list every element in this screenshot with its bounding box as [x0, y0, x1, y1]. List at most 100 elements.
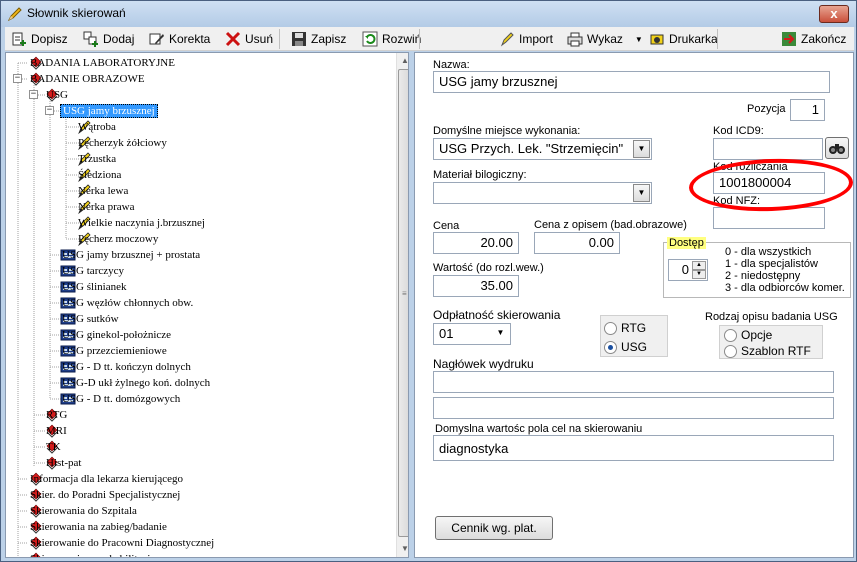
radio-rtg-dot[interactable]: [604, 321, 617, 335]
zapisz-button[interactable]: Zapisz: [291, 29, 346, 49]
tree-item[interactable]: Nerka lewa: [76, 183, 128, 199]
tree-item[interactable]: Wątroba: [76, 119, 116, 135]
window-title: Słownik skierowań: [27, 6, 126, 20]
icd9-search-button[interactable]: [825, 137, 849, 159]
tree-item[interactable]: BADANIE OBRAZOWE: [28, 71, 145, 87]
tree-item[interactable]: Skier. do Poradni Specjalistycznej: [28, 487, 180, 503]
main-window: Słownik skierowań x Dopisz Dodaj Korekta…: [0, 0, 857, 562]
tree-item[interactable]: Wielkie naczynia j.brzusznej: [76, 215, 205, 231]
radio-szablon-rtf[interactable]: Szablon RTF: [724, 344, 811, 358]
odplatnosc-select[interactable]: 01 ▼: [433, 323, 511, 345]
tree-item[interactable]: Skierowania do Szpitala: [28, 503, 137, 519]
radio-opcje[interactable]: Opcje: [724, 328, 772, 342]
kod-nfz-input[interactable]: [713, 207, 825, 229]
kod-rozliczania-input[interactable]: 1001800004: [713, 172, 825, 194]
tree-item[interactable]: USG węzłów chłonnych obw.: [60, 295, 193, 311]
cena-input[interactable]: 20.00: [433, 232, 519, 254]
tree-item[interactable]: Trzustka: [76, 151, 116, 167]
tree-item[interactable]: Nerka prawa: [76, 199, 135, 215]
dostep-input[interactable]: 0 ▲ ▼: [668, 259, 708, 281]
chevron-down-icon[interactable]: ▼: [633, 184, 650, 202]
odplatnosc-label: Odpłatność skierowania: [433, 308, 561, 322]
tree-collapse-toggle[interactable]: −: [13, 74, 22, 83]
tree-item-label: Skierowanie do Pracowni Diagnostycznej: [30, 537, 215, 549]
scroll-up-arrow[interactable]: ▲: [397, 53, 408, 69]
tree-item[interactable]: USG jamy brzusznej + prostata: [60, 247, 200, 263]
tree-item[interactable]: MRI: [44, 423, 67, 439]
tree-item[interactable]: Skierowania na rehabilitację: [28, 551, 155, 557]
usun-button[interactable]: Usuń: [225, 29, 273, 49]
material-select[interactable]: ▼: [433, 182, 652, 204]
binoculars-icon: [829, 144, 845, 154]
tree-item-label: Wątroba: [78, 121, 116, 133]
tree-item[interactable]: USG: [44, 87, 68, 103]
tree-item[interactable]: Skierowania na zabieg/badanie: [28, 519, 167, 535]
cena-opis-input[interactable]: 0.00: [534, 232, 620, 254]
rodzaj-radio-group: RTG USG: [600, 315, 668, 357]
toolbar: Dopisz Dodaj Korekta Usuń Zapisz Rozwiń …: [5, 27, 854, 51]
tree-item[interactable]: Śledziona: [76, 167, 121, 183]
tree-item-label: Skier. do Poradni Specjalistycznej: [30, 489, 181, 501]
tree-item[interactable]: USG tarczycy: [60, 263, 124, 279]
spin-up-arrow[interactable]: ▲: [692, 261, 706, 270]
chevron-down-icon[interactable]: ▼: [633, 140, 650, 158]
nazwa-input[interactable]: USG jamy brzusznej: [433, 71, 830, 93]
rozwin-button[interactable]: Rozwiń: [362, 29, 421, 49]
kod-nfz-label: Kod NFZ:: [713, 195, 761, 207]
naglowek-input-1[interactable]: [433, 371, 834, 393]
drukarka-button[interactable]: Drukarka: [649, 29, 718, 49]
floppy-disk-icon: [292, 32, 306, 46]
tree-item[interactable]: USG ginekol-położnicze: [60, 327, 171, 343]
tree-item[interactable]: USG przezciemieniowe: [60, 343, 167, 359]
tree-collapse-toggle[interactable]: −: [45, 106, 54, 115]
radio-rtg[interactable]: RTG: [604, 321, 646, 335]
wartosc-input[interactable]: 35.00: [433, 275, 519, 297]
miejsce-select[interactable]: USG Przych. Lek. "Strzemięcin" ▼: [433, 138, 652, 160]
tree-item[interactable]: RTG: [44, 407, 67, 423]
tree-item[interactable]: Pęcherzyk żółciowy: [76, 135, 167, 151]
tree-item-label: Nerka lewa: [78, 185, 129, 197]
radio-usg[interactable]: USG: [604, 340, 647, 354]
korekta-button[interactable]: Korekta: [149, 29, 210, 49]
tree-collapse-toggle[interactable]: −: [29, 90, 38, 99]
printer-icon: [567, 32, 583, 47]
pozycja-input[interactable]: 1: [790, 99, 825, 121]
tree-item[interactable]: Hist-pat: [44, 455, 81, 471]
chevron-down-icon[interactable]: ▼: [492, 325, 509, 343]
tree-item[interactable]: Pęcherz moczowy: [76, 231, 158, 247]
tree-item[interactable]: BADANIA LABORATORYJNE: [28, 55, 175, 71]
tree-item[interactable]: USG ślinianek: [60, 279, 126, 295]
tree-item[interactable]: USG jamy brzusznej: [60, 103, 158, 119]
tree-item[interactable]: TK: [44, 439, 63, 455]
dropdown-arrow-icon[interactable]: ▼: [635, 35, 643, 44]
dopisz-button[interactable]: Dopisz: [11, 29, 68, 49]
tree-item-label: MRI: [46, 425, 67, 437]
wykaz-button[interactable]: Wykaz ▼: [567, 29, 643, 49]
icd9-input[interactable]: [713, 138, 823, 160]
dodaj-button[interactable]: Dodaj: [83, 29, 134, 49]
cel-input[interactable]: diagnostyka: [433, 435, 834, 461]
spin-down-arrow[interactable]: ▼: [692, 270, 706, 279]
cennik-button[interactable]: Cennik wg. plat.: [435, 516, 553, 540]
tree-item-label: Hist-pat: [46, 457, 82, 469]
tree-scrollbar[interactable]: ▲ ≡ ▼: [396, 53, 408, 557]
tree-item[interactable]: USG - D tt. kończyn dolnych: [60, 359, 191, 375]
import-button[interactable]: Import: [499, 29, 553, 49]
referral-tree[interactable]: − − − BADANIA LABORATORYJNE BADANIE OBRAZ…: [5, 52, 409, 558]
scroll-down-arrow[interactable]: ▼: [397, 541, 408, 557]
radio-usg-dot[interactable]: [604, 340, 617, 354]
tree-item-label: USG jamy brzusznej + prostata: [62, 249, 201, 261]
naglowek-input-2[interactable]: [433, 397, 834, 419]
close-window-button[interactable]: x: [819, 5, 849, 23]
zakoncz-button[interactable]: Zakończ: [781, 29, 846, 49]
tree-item[interactable]: USG - D tt. domózgowych: [60, 391, 180, 407]
tree-item[interactable]: USG sutków: [60, 311, 119, 327]
scroll-thumb[interactable]: ≡: [398, 69, 408, 537]
material-label: Materiał bilogiczny:: [433, 169, 527, 181]
radio-opcje-dot[interactable]: [724, 328, 737, 342]
title-bar[interactable]: Słownik skierowań x: [1, 1, 856, 27]
tree-item[interactable]: Skierowanie do Pracowni Diagnostycznej: [28, 535, 214, 551]
tree-item[interactable]: Informacja dla lekarza kierującego: [28, 471, 183, 487]
tree-item[interactable]: USG-D ukł żylnego koń. dolnych: [60, 375, 210, 391]
radio-szablon-dot[interactable]: [724, 344, 737, 358]
